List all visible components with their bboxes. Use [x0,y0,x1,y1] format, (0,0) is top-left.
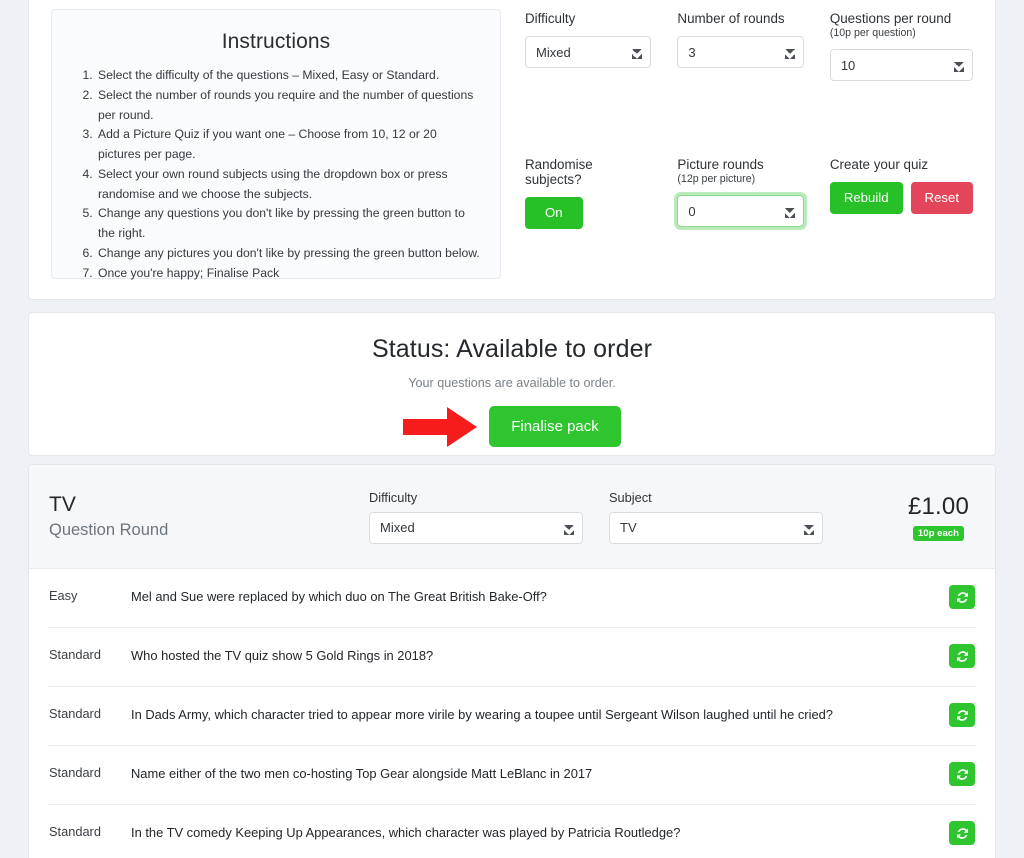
refresh-question-button[interactable] [949,644,975,668]
round-subtitle: Question Round [49,521,169,540]
question-difficulty: Standard [49,824,101,839]
instructions-list: Select the difficulty of the questions –… [70,66,482,283]
round-subject-select[interactable]: TV [609,511,823,544]
instructions-panel: Instructions Select the difficulty of th… [51,9,501,280]
instruction-item: Select your own round subjects using the… [96,165,482,205]
instructions-title: Instructions [221,30,331,53]
table-row: Standard In the TV comedy Keeping Up App… [47,805,977,858]
instruction-item: Once you're happy; Finalise Pack [96,264,482,284]
difficulty-select[interactable]: Mixed [525,36,652,68]
picture-rounds-price-note: (12p per picture) [677,173,756,186]
status-subtitle: Your questions are available to order. [408,376,616,390]
question-text: Name either of the two men co-hosting To… [131,766,593,781]
difficulty-field: Mixed [525,36,652,68]
rebuild-button[interactable]: Rebuild [829,182,903,214]
reset-button[interactable]: Reset [910,182,973,214]
refresh-icon [956,650,968,662]
question-difficulty: Standard [49,765,101,780]
round-price-badge: 10p each [912,525,964,541]
table-row: Standard Who hosted the TV quiz show 5 G… [47,628,977,687]
question-difficulty: Standard [49,647,101,662]
refresh-icon [956,827,968,839]
table-row: Easy Mel and Sue were replaced by which … [47,569,977,628]
finalise-pack-button[interactable]: Finalise pack [489,406,621,447]
difficulty-label: Difficulty [525,11,576,26]
question-text: Who hosted the TV quiz show 5 Gold Rings… [131,648,434,663]
round-title-wrap: TV Question Round [49,493,369,540]
questions-per-round-field: 10 [829,49,973,81]
question-difficulty: Easy [49,588,78,603]
refresh-icon [956,591,968,603]
question-text: Mel and Sue were replaced by which duo o… [131,589,547,604]
round-price-wrap: £1.00 10p each [908,493,975,541]
randomise-label: Randomise subjects? [525,157,593,188]
quiz-builder-card: Instructions Select the difficulty of th… [28,0,996,300]
refresh-question-button[interactable] [949,762,975,786]
picture-rounds-select[interactable]: 0 [677,195,804,228]
questions-per-round-control: Questions per round (10p per question) 1… [829,11,973,151]
question-difficulty: Standard [49,706,101,721]
question-round-card: TV Question Round Difficulty Mixed Subje… [28,464,996,858]
refresh-icon [956,768,968,780]
quiz-builder-page: Instructions Select the difficulty of th… [0,0,1024,858]
refresh-icon [956,709,968,721]
instruction-item: Change any questions you don't like by p… [96,204,482,244]
picture-rounds-field: 0 [677,195,804,228]
create-quiz-buttons: Rebuild Reset [829,182,973,214]
question-text: In Dads Army, which character tried to a… [131,707,833,722]
instruction-item: Select the number of rounds you require … [96,86,482,126]
round-title: TV [49,492,76,516]
refresh-question-button[interactable] [949,585,975,609]
status-card: Status: Available to order Your question… [28,312,996,456]
round-subject-label: Subject [609,489,652,505]
create-quiz-label: Create your quiz [829,157,929,173]
instruction-item: Change any pictures you don't like by pr… [96,244,482,264]
picture-rounds-label: Picture rounds [677,157,764,173]
status-title: Status: Available to order [371,335,653,363]
instruction-item: Add a Picture Quiz if you want one – Cho… [96,125,482,165]
table-row: Standard In Dads Army, which character t… [47,687,977,746]
questions-per-round-select[interactable]: 10 [829,49,973,81]
round-difficulty-label: Difficulty [369,489,418,505]
questions-per-round-price-note: (10p per question) [829,27,916,39]
question-list: Easy Mel and Sue were replaced by which … [29,569,995,858]
table-row: Standard Name either of the two men co-h… [47,746,977,805]
round-difficulty-control: Difficulty Mixed [369,490,583,544]
round-price-amount: £1.00 [907,492,969,520]
randomise-toggle-wrap: On [525,197,651,229]
rounds-control: Number of rounds 3 [677,11,804,151]
round-subject-control: Subject TV [609,490,823,544]
quiz-controls: Difficulty Mixed Number of rounds 3 Ques… [525,9,973,299]
randomise-toggle-button[interactable]: On [525,197,583,229]
finalise-row: Finalise pack [403,406,621,447]
red-arrow-icon [403,406,478,447]
picture-rounds-control: Picture rounds (12p per picture) 0 [677,157,804,299]
questions-per-round-label: Questions per round [829,11,952,26]
rounds-select[interactable]: 3 [677,36,804,68]
difficulty-control: Difficulty Mixed [525,11,652,151]
refresh-question-button[interactable] [949,821,975,845]
randomise-control: Randomise subjects? On [525,157,651,299]
refresh-question-button[interactable] [949,703,975,727]
rounds-field: 3 [677,36,804,68]
rounds-label: Number of rounds [677,11,785,26]
create-quiz-control: Create your quiz Rebuild Reset [829,157,973,299]
round-difficulty-select[interactable]: Mixed [369,511,583,544]
question-text: In the TV comedy Keeping Up Appearances,… [131,825,681,840]
instruction-item: Select the difficulty of the questions –… [96,66,482,86]
round-header: TV Question Round Difficulty Mixed Subje… [29,465,995,569]
